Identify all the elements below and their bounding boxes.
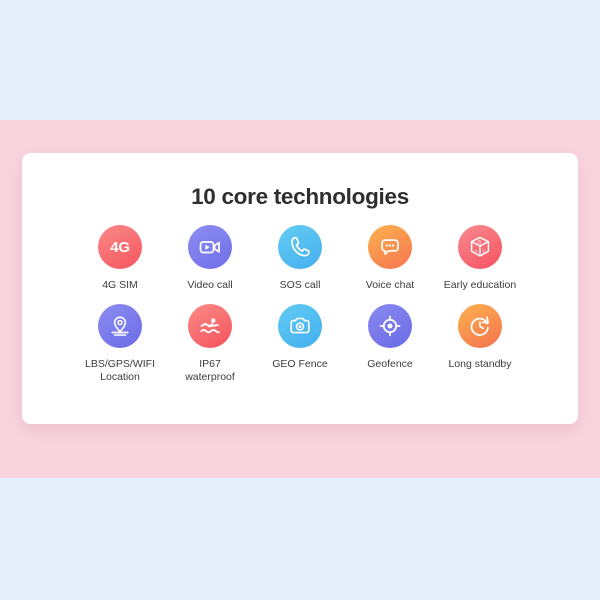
clock-refresh-icon [458, 303, 502, 348]
target-locate-icon [368, 303, 412, 348]
speech-bubble-icon [368, 225, 412, 269]
map-pin-icon [98, 303, 142, 348]
swimmer-icon [188, 303, 232, 348]
abc-block-icon: B A C [458, 225, 502, 269]
tech-label-ip67-waterproof: IP67 waterproof [185, 357, 235, 383]
tech-item-geofence[interactable]: Geofence [345, 303, 435, 371]
tech-label-lbs-location: LBS/GPS/WIFI Location [84, 357, 155, 383]
tech-item-voice-chat[interactable]: Voice chat [345, 225, 435, 292]
technology-row-1: 4G 4G SIM Video call SOS call Voice chat… [22, 225, 578, 292]
background-band-top [0, 0, 600, 120]
tech-label-sos-call: SOS call [279, 279, 321, 291]
tech-label-early-education: Early education [443, 279, 517, 291]
tech-item-ip67-waterproof[interactable]: IP67 waterproof [165, 303, 255, 384]
phone-handset-icon [278, 225, 322, 269]
svg-text:A: A [474, 248, 478, 253]
tech-label-video-call: Video call [187, 279, 233, 291]
tech-item-video-call[interactable]: Video call [165, 225, 255, 292]
tech-label-long-standby: Long standby [448, 357, 512, 370]
video-camera-icon [188, 225, 232, 269]
tech-item-geo-fence[interactable]: GEO Fence [255, 303, 345, 371]
tech-label-4g-sim: 4G SIM [102, 279, 138, 291]
svg-text:B: B [478, 239, 481, 244]
page-root: 10 core technologies 4G 4G SIM Video cal… [0, 0, 600, 600]
4g-sim-icon-label: 4G [110, 238, 130, 256]
tech-label-geofence: Geofence [367, 357, 413, 370]
tech-item-lbs-location[interactable]: LBS/GPS/WIFI Location [75, 303, 165, 384]
tech-item-long-standby[interactable]: Long standby [435, 303, 525, 371]
4g-sim-icon: 4G [98, 225, 142, 269]
tech-item-sos-call[interactable]: SOS call [255, 225, 345, 292]
tech-item-early-education[interactable]: B A C Early education [435, 225, 525, 292]
features-card: 10 core technologies 4G 4G SIM Video cal… [22, 153, 578, 424]
background-band-bottom [0, 478, 600, 600]
tech-item-4g-sim[interactable]: 4G 4G SIM [75, 225, 165, 292]
technology-row-2: LBS/GPS/WIFI Location IP67 waterproof GE… [22, 303, 578, 384]
tech-label-geo-fence: GEO Fence [272, 357, 328, 370]
page-title: 10 core technologies [191, 184, 409, 209]
camera-icon [278, 303, 322, 348]
tech-label-voice-chat: Voice chat [365, 279, 415, 291]
